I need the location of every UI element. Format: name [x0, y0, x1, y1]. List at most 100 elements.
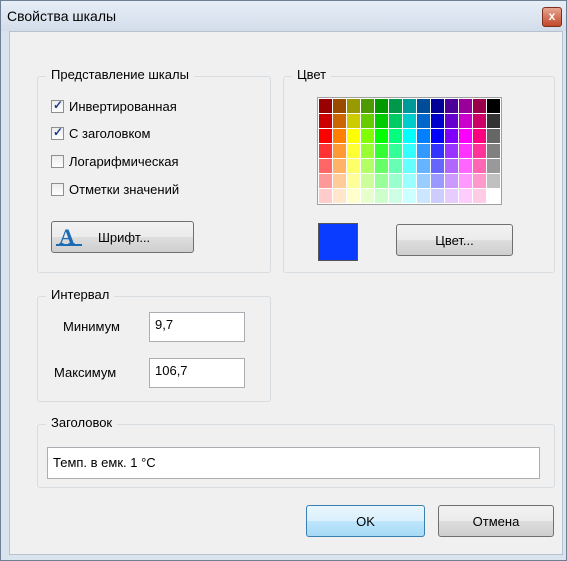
palette-color-cell[interactable] [459, 144, 472, 158]
palette-color-cell[interactable] [375, 189, 388, 203]
palette-color-cell[interactable] [319, 129, 332, 143]
palette-color-cell[interactable] [445, 174, 458, 188]
palette-color-cell[interactable] [333, 159, 346, 173]
color-button[interactable]: Цвет... [396, 224, 513, 256]
font-button[interactable]: A Шрифт... [51, 221, 194, 253]
value-marks-checkbox[interactable] [51, 182, 64, 196]
checkbox-with-caption[interactable]: ✓ С заголовком [51, 124, 150, 142]
ok-button[interactable]: OK [306, 505, 425, 537]
palette-color-cell[interactable] [347, 189, 360, 203]
palette-color-cell[interactable] [403, 114, 416, 128]
close-button[interactable]: x [542, 7, 562, 27]
minimum-input[interactable]: 9,7 [149, 312, 245, 342]
palette-color-cell[interactable] [333, 129, 346, 143]
palette-color-cell[interactable] [403, 129, 416, 143]
palette-color-cell[interactable] [473, 189, 486, 203]
checkbox-logarithmic[interactable]: Логарифмическая [51, 152, 179, 170]
palette-color-cell[interactable] [347, 159, 360, 173]
palette-color-cell[interactable] [319, 159, 332, 173]
palette-color-cell[interactable] [487, 129, 500, 143]
palette-color-cell[interactable] [431, 114, 444, 128]
logarithmic-checkbox[interactable] [51, 154, 64, 168]
palette-color-cell[interactable] [361, 129, 374, 143]
palette-color-cell[interactable] [361, 159, 374, 173]
palette-color-cell[interactable] [347, 174, 360, 188]
palette-color-cell[interactable] [445, 114, 458, 128]
palette-color-cell[interactable] [319, 144, 332, 158]
palette-color-cell[interactable] [389, 189, 402, 203]
palette-color-cell[interactable] [389, 144, 402, 158]
palette-color-cell[interactable] [417, 159, 430, 173]
palette-color-cell[interactable] [459, 129, 472, 143]
palette-color-cell[interactable] [333, 114, 346, 128]
checkbox-value-marks[interactable]: Отметки значений [51, 180, 179, 198]
palette-color-cell[interactable] [487, 144, 500, 158]
palette-color-cell[interactable] [347, 99, 360, 113]
palette-color-cell[interactable] [403, 144, 416, 158]
palette-color-cell[interactable] [319, 174, 332, 188]
palette-color-cell[interactable] [375, 114, 388, 128]
palette-color-cell[interactable] [375, 129, 388, 143]
title-bar[interactable]: Свойства шкалы x [1, 1, 566, 31]
palette-color-cell[interactable] [459, 189, 472, 203]
inverted-checkbox[interactable]: ✓ [51, 98, 64, 113]
palette-color-cell[interactable] [431, 189, 444, 203]
palette-color-cell[interactable] [487, 159, 500, 173]
palette-color-cell[interactable] [473, 159, 486, 173]
palette-color-cell[interactable] [417, 144, 430, 158]
palette-color-cell[interactable] [459, 99, 472, 113]
palette-color-cell[interactable] [375, 174, 388, 188]
palette-color-cell[interactable] [459, 174, 472, 188]
palette-color-cell[interactable] [403, 159, 416, 173]
palette-color-cell[interactable] [487, 174, 500, 188]
palette-color-cell[interactable] [375, 144, 388, 158]
palette-color-cell[interactable] [487, 99, 500, 113]
palette-color-cell[interactable] [445, 144, 458, 158]
palette-color-cell[interactable] [473, 114, 486, 128]
maximum-input[interactable]: 106,7 [149, 358, 245, 388]
palette-color-cell[interactable] [361, 189, 374, 203]
palette-color-cell[interactable] [347, 129, 360, 143]
palette-color-cell[interactable] [361, 114, 374, 128]
palette-color-cell[interactable] [403, 174, 416, 188]
palette-color-cell[interactable] [319, 114, 332, 128]
palette-color-cell[interactable] [347, 114, 360, 128]
caption-input[interactable]: Темп. в емк. 1 °C [47, 447, 540, 479]
palette-color-cell[interactable] [473, 129, 486, 143]
palette-color-cell[interactable] [333, 144, 346, 158]
with-caption-checkbox[interactable]: ✓ [51, 125, 64, 140]
palette-color-cell[interactable] [361, 144, 374, 158]
palette-color-cell[interactable] [389, 129, 402, 143]
palette-color-cell[interactable] [487, 189, 500, 203]
palette-color-cell[interactable] [361, 99, 374, 113]
palette-color-cell[interactable] [389, 114, 402, 128]
palette-color-cell[interactable] [431, 174, 444, 188]
palette-color-cell[interactable] [431, 129, 444, 143]
palette-color-cell[interactable] [375, 99, 388, 113]
palette-color-cell[interactable] [333, 99, 346, 113]
palette-color-cell[interactable] [431, 144, 444, 158]
palette-color-cell[interactable] [389, 174, 402, 188]
palette-color-cell[interactable] [445, 159, 458, 173]
palette-color-cell[interactable] [403, 99, 416, 113]
palette-color-cell[interactable] [473, 99, 486, 113]
palette-color-cell[interactable] [333, 174, 346, 188]
palette-color-cell[interactable] [445, 129, 458, 143]
palette-color-cell[interactable] [319, 99, 332, 113]
checkbox-inverted[interactable]: ✓ Инвертированная [51, 97, 177, 115]
color-palette[interactable] [317, 97, 502, 205]
palette-color-cell[interactable] [375, 159, 388, 173]
palette-color-cell[interactable] [445, 189, 458, 203]
palette-color-cell[interactable] [333, 189, 346, 203]
palette-color-cell[interactable] [431, 159, 444, 173]
palette-color-cell[interactable] [361, 174, 374, 188]
palette-color-cell[interactable] [319, 189, 332, 203]
palette-color-cell[interactable] [459, 114, 472, 128]
palette-color-cell[interactable] [459, 159, 472, 173]
cancel-button[interactable]: Отмена [438, 505, 554, 537]
palette-color-cell[interactable] [487, 114, 500, 128]
palette-color-cell[interactable] [417, 129, 430, 143]
palette-color-cell[interactable] [417, 174, 430, 188]
palette-color-cell[interactable] [417, 114, 430, 128]
palette-color-cell[interactable] [417, 99, 430, 113]
